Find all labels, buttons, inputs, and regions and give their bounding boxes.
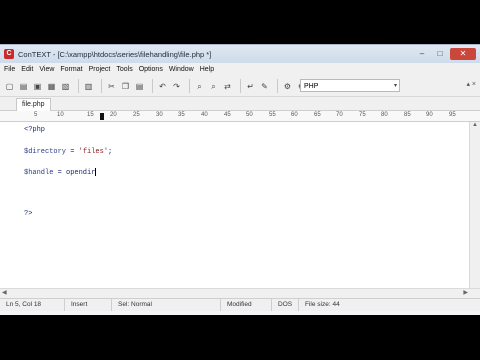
ruler: 5 10 15 20 25 30 35 40 45 50 55 60 65 70… [0, 111, 480, 122]
code-line-4: ?> [24, 210, 33, 218]
terminator-token: ; [108, 148, 113, 156]
ruler-tick: 90 [426, 112, 433, 118]
ruler-tick: 40 [201, 112, 208, 118]
menu-view[interactable]: View [39, 66, 54, 73]
code-line-3: $handle = opendir [24, 168, 97, 177]
app-window: C ConTEXT - [C:\xampp\htdocs\series\file… [0, 44, 480, 315]
code-line-2: $directory = 'files'; [24, 148, 112, 156]
ruler-tick: 10 [57, 112, 64, 118]
code-editor[interactable]: <?php $directory = 'files'; $handle = op… [0, 122, 480, 288]
ruler-tick: 70 [336, 112, 343, 118]
close-button[interactable]: ✕ [450, 48, 476, 60]
ruler-tick: 65 [314, 112, 321, 118]
status-insert: Insert [65, 299, 112, 311]
undo-icon[interactable]: ↶ [157, 81, 168, 92]
copy-icon[interactable]: ❐ [120, 81, 131, 92]
status-encoding: DOS [272, 299, 299, 311]
scroll-left-icon[interactable]: ◀ [2, 289, 7, 296]
toolbar-separator [240, 79, 241, 93]
ruler-tick: 5 [34, 112, 38, 118]
code-line-1: <?php [24, 126, 46, 134]
status-selection: Sel: Normal [112, 299, 221, 311]
ruler-tick: 50 [246, 112, 253, 118]
word-wrap-icon[interactable]: ↵ [245, 81, 256, 92]
ruler-tick: 25 [133, 112, 140, 118]
ruler-tick: 95 [449, 112, 456, 118]
title-bar: C ConTEXT - [C:\xampp\htdocs\series\file… [0, 45, 480, 63]
menu-format[interactable]: Format [60, 66, 82, 73]
tools-icon[interactable]: ✎ [259, 81, 270, 92]
ruler-cursor-marker [100, 113, 104, 120]
redo-icon[interactable]: ↷ [171, 81, 182, 92]
find-icon[interactable]: ⌕ [194, 81, 205, 92]
language-select[interactable]: PHP ▾ [300, 79, 400, 92]
app-icon: C [4, 49, 14, 59]
string-token: 'files' [78, 148, 109, 156]
cut-icon[interactable]: ✂ [106, 81, 117, 92]
status-position: Ln 5, Col 18 [0, 299, 65, 311]
toolbar: ▢ ▤ ▣ ▦ ▧ ▥ ✂ ❐ ▤ ↶ ↷ ⌕ ⌕ ⇄ ↵ ✎ ⚙ ⚙ ⚙ ⚙ … [0, 76, 480, 97]
tab-bar: file.php [0, 97, 480, 111]
function-token: = opendir [53, 168, 96, 177]
exec-f9-icon[interactable]: ⚙ [282, 81, 293, 92]
open-file-icon[interactable]: ▤ [18, 81, 29, 92]
maximize-button[interactable]: □ [432, 48, 448, 60]
menu-window[interactable]: Window [169, 66, 194, 73]
menu-edit[interactable]: Edit [21, 66, 33, 73]
editor-gutter [0, 122, 22, 288]
menu-tools[interactable]: Tools [116, 66, 132, 73]
save-all-icon[interactable]: ▦ [46, 81, 57, 92]
menu-project[interactable]: Project [89, 66, 111, 73]
ruler-tick: 35 [178, 112, 185, 118]
menu-file[interactable]: File [4, 66, 15, 73]
ruler-tick: 80 [381, 112, 388, 118]
new-file-icon[interactable]: ▢ [4, 81, 15, 92]
vertical-scrollbar[interactable]: ▲ [469, 122, 480, 288]
toolbar-separator [189, 79, 190, 93]
ruler-tick: 20 [110, 112, 117, 118]
ruler-tick: 45 [224, 112, 231, 118]
ruler-tick: 55 [269, 112, 276, 118]
toolbar-separator [152, 79, 153, 93]
minimize-button[interactable]: – [414, 48, 430, 60]
menu-bar: File Edit View Format Project Tools Opti… [0, 63, 480, 76]
toolbar-separator [78, 79, 79, 93]
save-icon[interactable]: ▣ [32, 81, 43, 92]
paste-icon[interactable]: ▤ [134, 81, 145, 92]
menu-options[interactable]: Options [139, 66, 163, 73]
find-next-icon[interactable]: ⌕ [208, 81, 219, 92]
scroll-up-icon[interactable]: ▲ [470, 122, 480, 128]
status-filesize: File size: 44 [305, 301, 340, 308]
close-file-icon[interactable]: ▧ [60, 81, 71, 92]
status-bar: Ln 5, Col 18 Insert Sel: Normal Modified… [0, 298, 480, 311]
replace-icon[interactable]: ⇄ [222, 81, 233, 92]
ruler-tick: 85 [404, 112, 411, 118]
ruler-tick: 75 [359, 112, 366, 118]
status-modified: Modified [221, 299, 272, 311]
ruler-tick: 30 [156, 112, 163, 118]
window-title: ConTEXT - [C:\xampp\htdocs\series\fileha… [18, 49, 212, 59]
toolbar-separator [101, 79, 102, 93]
print-icon[interactable]: ▥ [83, 81, 94, 92]
toolbar-close-icon[interactable]: ▴ × [466, 80, 476, 88]
variable-token: $handle [24, 168, 54, 177]
language-value: PHP [304, 83, 319, 90]
scroll-right-icon[interactable]: ▶ [463, 289, 468, 296]
toolbar-separator [277, 79, 278, 93]
text-caret [95, 168, 97, 176]
operator-token: = [66, 148, 79, 156]
ruler-tick: 60 [291, 112, 298, 118]
menu-help[interactable]: Help [200, 66, 214, 73]
chevron-down-icon: ▾ [393, 83, 397, 89]
tab-file-php[interactable]: file.php [16, 98, 51, 111]
horizontal-scrollbar[interactable]: ◀ ▶ [0, 288, 480, 298]
ruler-tick: 15 [87, 112, 94, 118]
variable-token: $directory [24, 148, 67, 156]
